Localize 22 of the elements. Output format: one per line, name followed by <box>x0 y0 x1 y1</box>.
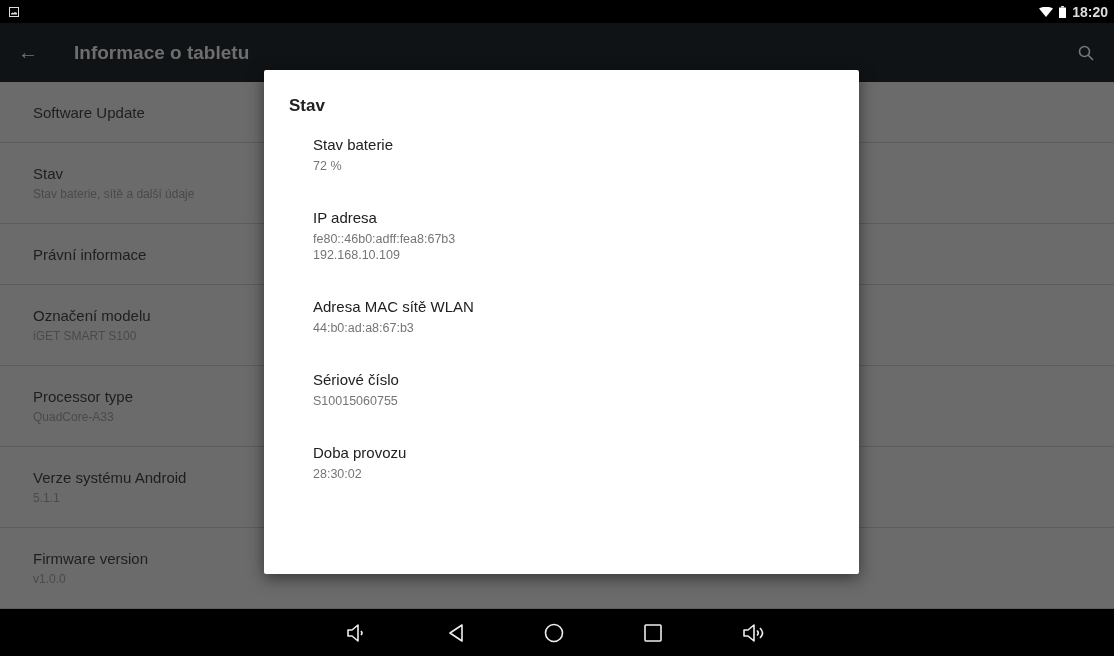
info-label: Sériové číslo <box>313 371 400 388</box>
home-icon[interactable] <box>544 622 564 643</box>
clock: 18:20 <box>1072 3 1108 20</box>
info-label: Stav baterie <box>313 136 395 153</box>
search-icon[interactable] <box>1078 44 1094 61</box>
picture-icon <box>9 6 19 17</box>
back-button[interactable]: ← <box>18 41 74 65</box>
wifi-icon <box>1039 6 1054 17</box>
info-value: 44:b0:ad:a8:67:b3 <box>313 320 415 336</box>
back-icon[interactable] <box>448 623 464 642</box>
info-value: 192.168.10.109 <box>313 247 401 263</box>
info-label: IP adresa <box>313 209 378 226</box>
page-title: Informace o tabletu <box>74 41 251 64</box>
dialog-title: Stav <box>288 95 326 116</box>
battery-icon <box>1059 5 1067 18</box>
recents-icon[interactable] <box>644 623 662 642</box>
info-value: 28:30:02 <box>313 466 363 482</box>
info-value: fe80::46b0:adff:fea8:67b3 <box>313 231 457 247</box>
info-value: S10015060755 <box>313 393 399 409</box>
info-label: Adresa MAC sítě WLAN <box>313 298 475 315</box>
info-label: Doba provozu <box>313 444 408 461</box>
info-value: 72 % <box>313 158 343 174</box>
